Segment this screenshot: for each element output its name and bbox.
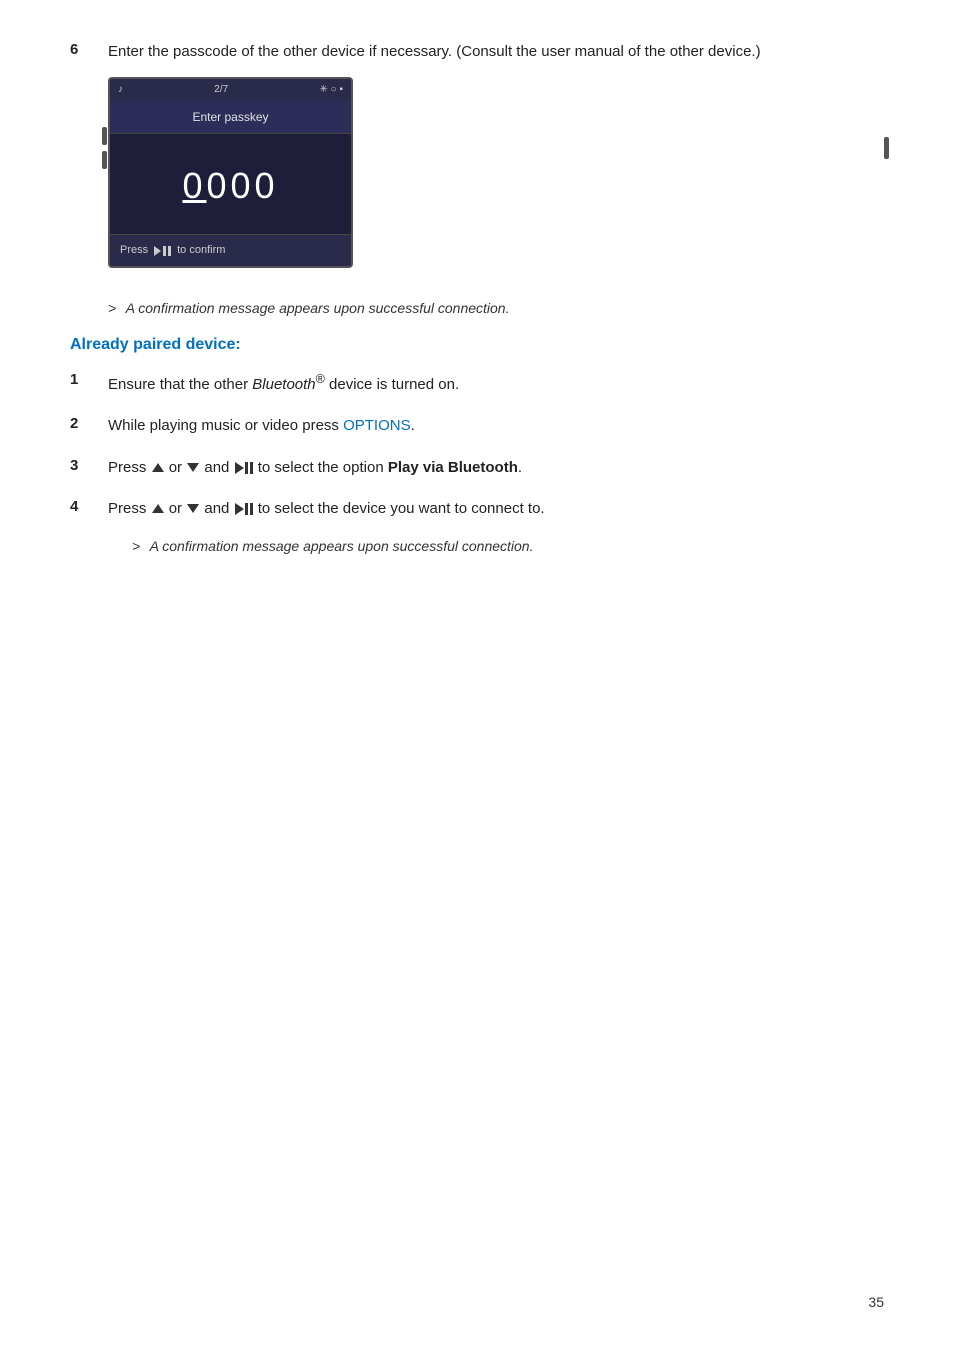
device-main-area: 0000 — [110, 134, 351, 234]
confirmation-1-text: A confirmation message appears upon succ… — [126, 300, 510, 316]
section-heading-text: Already paired device: — [70, 336, 241, 353]
up-arrow-icon-4 — [152, 504, 164, 513]
bars-4 — [245, 503, 253, 515]
confirmation-note-2: > A confirmation message appears upon su… — [132, 538, 884, 554]
step-2-number: 2 — [70, 414, 108, 432]
down-arrow-icon — [187, 463, 199, 472]
passkey-cursor: 0 — [182, 165, 206, 206]
tri-3 — [235, 462, 244, 474]
confirmation-note-1: > A confirmation message appears upon su… — [108, 300, 884, 316]
play-pause-btn-4 — [235, 503, 253, 515]
step-6-content: Enter the passcode of the other device i… — [108, 43, 761, 60]
bar-4-2 — [250, 503, 253, 515]
step-6-number: 6 — [70, 40, 108, 58]
step-3-mid: to select the option — [258, 459, 388, 476]
step-2-before: While playing music or video press — [108, 417, 343, 434]
step-1-number: 1 — [70, 370, 108, 388]
step-3-number: 3 — [70, 456, 108, 474]
device-btn-2 — [102, 151, 107, 169]
step-6: 6 Enter the passcode of the other device… — [70, 40, 884, 282]
bars-3 — [245, 462, 253, 474]
device-title-bar: Enter passkey — [110, 101, 351, 135]
page-number-text: 35 — [868, 1294, 884, 1310]
device-right-notch — [884, 137, 889, 159]
pause-bars — [163, 246, 171, 256]
status-left: ♪ — [118, 82, 123, 98]
play-via-bt: Play via Bluetooth — [388, 459, 518, 476]
bar-4-1 — [245, 503, 248, 515]
step-3-before: Press — [108, 459, 151, 476]
step-4-before: Press — [108, 500, 151, 517]
passkey-rest: 000 — [206, 165, 278, 206]
step-3-text: Press or and to select the option Play v… — [108, 456, 884, 479]
step-4-and: and — [204, 500, 233, 517]
page-indicator: 2/7 — [214, 82, 228, 98]
step-2: 2 While playing music or video press OPT… — [70, 414, 884, 437]
music-icon: ♪ — [118, 82, 123, 98]
pause-bar-2 — [168, 246, 171, 256]
step-6-text: Enter the passcode of the other device i… — [108, 40, 884, 282]
confirmation-2-text: A confirmation message appears upon succ… — [150, 538, 534, 554]
down-arrow-icon-4 — [187, 504, 199, 513]
step-3-and: and — [204, 459, 233, 476]
step-4-mid: to select the device you want to connect… — [258, 500, 545, 517]
step-1-text: Ensure that the other Bluetooth® device … — [108, 370, 884, 396]
status-right: ✳ ○ ▪ — [319, 82, 343, 98]
step-4: 4 Press or and to select the device you … — [70, 497, 884, 520]
device-screenshot-wrapper: ♪ 2/7 ✳ ○ ▪ Enter passkey 00 — [108, 77, 884, 268]
bar-3-2 — [250, 462, 253, 474]
arrow-gt-1: > — [108, 300, 116, 316]
step-1-sup: ® — [316, 372, 325, 386]
arrow-gt-2: > — [132, 538, 140, 554]
step-1-before: Ensure that the other — [108, 376, 252, 393]
up-arrow-icon — [152, 463, 164, 472]
press-label: Press — [120, 242, 148, 259]
page-content: 6 Enter the passcode of the other device… — [70, 40, 884, 554]
device-left-buttons — [102, 127, 107, 169]
pause-bar-1 — [163, 246, 166, 256]
step-1: 1 Ensure that the other Bluetooth® devic… — [70, 370, 884, 396]
device-title-text: Enter passkey — [192, 110, 268, 124]
play-triangle — [154, 246, 161, 256]
device-status-bar: ♪ 2/7 ✳ ○ ▪ — [110, 79, 351, 101]
step-2-text: While playing music or video press OPTIO… — [108, 414, 884, 437]
device-screenshot: ♪ 2/7 ✳ ○ ▪ Enter passkey 00 — [108, 77, 353, 268]
footer-to-confirm: to confirm — [177, 242, 225, 259]
step-1-italic: Bluetooth — [252, 376, 315, 393]
options-highlight: OPTIONS — [343, 417, 411, 434]
status-icons: ✳ ○ ▪ — [319, 82, 343, 98]
page-number: 35 — [868, 1294, 884, 1310]
device-footer: Press to confirm — [110, 234, 351, 266]
step-2-after: . — [411, 417, 415, 434]
tri-4 — [235, 503, 244, 515]
play-pause-btn-3 — [235, 462, 253, 474]
step-4-text: Press or and to select the device you wa… — [108, 497, 884, 520]
step-3-or1: or — [169, 459, 187, 476]
device-btn-1 — [102, 127, 107, 145]
step-4-number: 4 — [70, 497, 108, 515]
section-heading: Already paired device: — [70, 336, 884, 354]
step-4-or1: or — [169, 500, 187, 517]
step-3-after: . — [518, 459, 522, 476]
step-1-after: device is turned on. — [325, 376, 459, 393]
bar-3-1 — [245, 462, 248, 474]
step-3: 3 Press or and to select the option Play… — [70, 456, 884, 479]
play-pause-icon — [154, 246, 171, 256]
passkey-display: 0000 — [182, 158, 278, 214]
